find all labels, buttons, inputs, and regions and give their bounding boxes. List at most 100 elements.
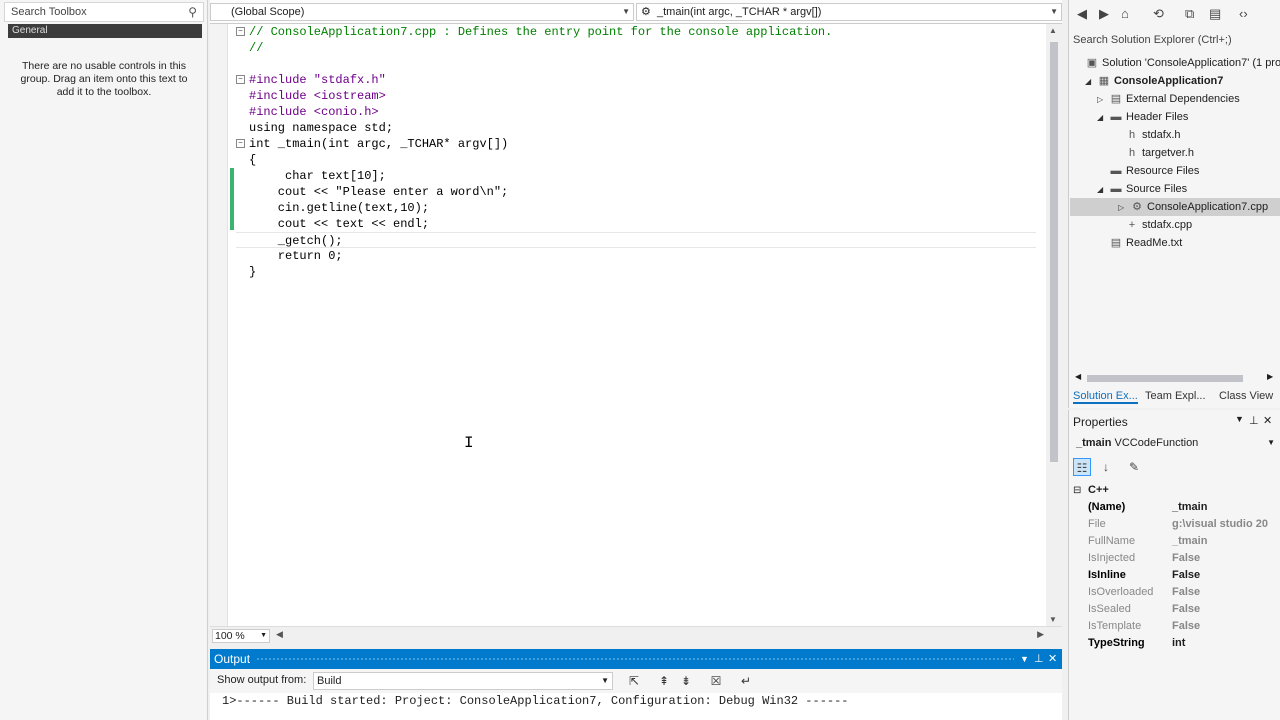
collapse-icon[interactable]: ⊟ — [1073, 482, 1081, 499]
solution-search-input[interactable]: Search Solution Explorer (Ctrl+;) — [1073, 30, 1280, 50]
pin-icon[interactable]: ⊥ — [1249, 414, 1259, 427]
code-line[interactable]: cout << text << endl; — [236, 216, 1036, 232]
scroll-right-icon[interactable]: ▶ — [1267, 372, 1273, 381]
fold-toggle-icon[interactable]: − — [236, 27, 245, 36]
code-line[interactable]: #include <iostream> — [236, 88, 1036, 104]
code-view-icon[interactable]: ‹› — [1239, 6, 1248, 21]
code-line[interactable]: return 0; — [236, 248, 1036, 264]
show-all-files-icon[interactable]: ▤ — [1209, 6, 1221, 22]
tree-node[interactable]: ▷ ⚙ ConsoleApplication7.cpp — [1070, 198, 1280, 216]
property-row[interactable]: (Name) _tmain — [1069, 499, 1280, 516]
tree-node[interactable]: ▤ ReadMe.txt — [1109, 234, 1182, 252]
code-line[interactable] — [236, 56, 1036, 72]
home-icon[interactable]: ⌂ — [1121, 6, 1129, 21]
code-line[interactable]: − int _tmain(int argc, _TCHAR* argv[]) — [236, 136, 1036, 152]
scroll-up-icon[interactable]: ▲ — [1049, 26, 1057, 35]
tree-node[interactable]: ▷ ▤ External Dependencies — [1097, 90, 1240, 108]
code-line[interactable]: cin.getline(text,10); — [236, 200, 1036, 216]
goto-message-icon[interactable]: ⇱ — [626, 673, 642, 689]
code-line[interactable]: #include <conio.h> — [236, 104, 1036, 120]
close-icon[interactable]: ✕ — [1263, 414, 1272, 427]
object-selector[interactable]: _tmain VCCodeFunction ▼ — [1073, 434, 1277, 452]
fold-toggle-icon[interactable]: − — [236, 75, 245, 84]
property-value[interactable]: False — [1172, 618, 1200, 635]
expander-icon[interactable]: ◢ — [1097, 109, 1109, 127]
category-row[interactable]: ⊟ C++ — [1069, 482, 1280, 499]
toolbox-group-header[interactable]: General — [8, 24, 202, 38]
categorized-icon[interactable]: ☷ — [1073, 458, 1091, 476]
property-value[interactable]: False — [1172, 550, 1200, 567]
sync-icon[interactable]: ⟲ — [1153, 6, 1164, 22]
tree-node[interactable]: h targetver.h — [1125, 144, 1194, 162]
property-value[interactable]: False — [1172, 567, 1200, 584]
output-title-bar[interactable]: Output ▼ ⊥ ✕ — [210, 649, 1062, 669]
forward-icon[interactable]: ▶ — [1099, 6, 1109, 22]
tab-class-view[interactable]: Class View — [1219, 390, 1273, 402]
property-row[interactable]: IsSealed False — [1069, 601, 1280, 618]
fold-toggle-icon[interactable]: − — [236, 139, 245, 148]
property-value[interactable]: False — [1172, 584, 1200, 601]
tree-node[interactable]: h stdafx.h — [1125, 126, 1181, 144]
previous-message-icon[interactable]: ⇞ — [656, 673, 672, 689]
tree-node[interactable]: ◢ ▦ ConsoleApplication7 — [1085, 72, 1223, 90]
tree-node[interactable]: ▣ Solution 'ConsoleApplication7' (1 pro — [1085, 54, 1280, 72]
solution-horizontal-scrollbar[interactable]: ◀ ▶ — [1073, 372, 1273, 384]
expander-icon[interactable]: ▷ — [1097, 91, 1109, 109]
code-line[interactable]: cout << "Please enter a word\n"; — [236, 184, 1036, 200]
code-line[interactable]: −// ConsoleApplication7.cpp : Defines th… — [236, 24, 1036, 40]
property-row[interactable]: IsTemplate False — [1069, 618, 1280, 635]
property-value[interactable]: _tmain — [1172, 533, 1207, 550]
property-row[interactable]: IsInjected False — [1069, 550, 1280, 567]
scope-combo[interactable]: (Global Scope) ▼ — [210, 3, 634, 21]
next-message-icon[interactable]: ⇟ — [678, 673, 694, 689]
scrollbar-thumb[interactable] — [1050, 42, 1058, 462]
tree-node[interactable]: ◢ ▬ Header Files — [1097, 108, 1188, 126]
code-line[interactable]: _getch(); — [236, 232, 1036, 248]
alphabetical-icon[interactable]: ↓ — [1097, 458, 1115, 476]
output-source-select[interactable]: Build ▼ — [313, 672, 613, 690]
tab-team-explorer[interactable]: Team Expl... — [1145, 390, 1206, 402]
dropdown-icon[interactable]: ▼ — [1235, 414, 1244, 424]
word-wrap-icon[interactable]: ↵ — [738, 673, 754, 689]
scroll-down-icon[interactable]: ▼ — [1049, 615, 1057, 624]
clear-all-icon[interactable]: ☒ — [708, 673, 724, 689]
property-row[interactable]: IsInline False — [1069, 567, 1280, 584]
tree-node[interactable]: ◢ ▬ Source Files — [1097, 180, 1187, 198]
property-row[interactable]: File g:\visual studio 20 — [1069, 516, 1280, 533]
expander-icon[interactable]: ◢ — [1097, 181, 1109, 199]
zoom-combo[interactable]: 100 % ▼ — [212, 629, 270, 643]
property-pages-icon[interactable]: ✎ — [1125, 458, 1143, 476]
property-row[interactable]: FullName _tmain — [1069, 533, 1280, 550]
scroll-left-icon[interactable]: ◀ — [1075, 372, 1081, 381]
tab-solution-explorer[interactable]: Solution Ex... — [1073, 390, 1138, 404]
code-line[interactable]: char text[10]; — [236, 168, 1036, 184]
code-line[interactable]: } — [236, 264, 1036, 280]
scroll-right-icon[interactable]: ▶ — [1037, 629, 1044, 640]
output-text[interactable]: 1>------ Build started: Project: Console… — [210, 693, 1062, 720]
property-row[interactable]: IsOverloaded False — [1069, 584, 1280, 601]
property-value[interactable]: _tmain — [1172, 499, 1207, 516]
scrollbar-thumb[interactable] — [1087, 375, 1243, 382]
back-icon[interactable]: ◀ — [1077, 6, 1087, 22]
code-line[interactable]: // — [236, 40, 1036, 56]
tree-node[interactable]: ▬ Resource Files — [1109, 162, 1200, 180]
code-area[interactable]: −// ConsoleApplication7.cpp : Defines th… — [236, 24, 1036, 280]
pin-icon[interactable]: ⊥ — [1034, 649, 1044, 669]
property-row[interactable]: TypeString int — [1069, 635, 1280, 652]
toolbox-search-input[interactable]: Search Toolbox ⚲ — [4, 2, 204, 22]
close-icon[interactable]: ✕ — [1048, 649, 1057, 669]
scroll-left-icon[interactable]: ◀ — [276, 629, 283, 640]
tree-node[interactable]: + stdafx.cpp — [1125, 216, 1192, 234]
expander-icon[interactable]: ▷ — [1118, 199, 1130, 217]
code-line[interactable]: using namespace std; — [236, 120, 1036, 136]
editor-vertical-scrollbar[interactable]: ▲ ▼ — [1046, 24, 1062, 626]
property-value[interactable]: int — [1172, 635, 1185, 652]
member-combo[interactable]: ⚙ _tmain(int argc, _TCHAR * argv[]) ▼ — [636, 3, 1062, 21]
dropdown-icon[interactable]: ▼ — [1020, 649, 1029, 669]
code-line[interactable]: { — [236, 152, 1036, 168]
expander-icon[interactable]: ◢ — [1085, 73, 1097, 91]
search-icon[interactable]: ⚲ — [188, 5, 197, 19]
collapse-all-icon[interactable]: ⧉ — [1185, 6, 1194, 22]
property-value[interactable]: g:\visual studio 20 — [1172, 516, 1268, 533]
code-line[interactable]: − #include "stdafx.h" — [236, 72, 1036, 88]
